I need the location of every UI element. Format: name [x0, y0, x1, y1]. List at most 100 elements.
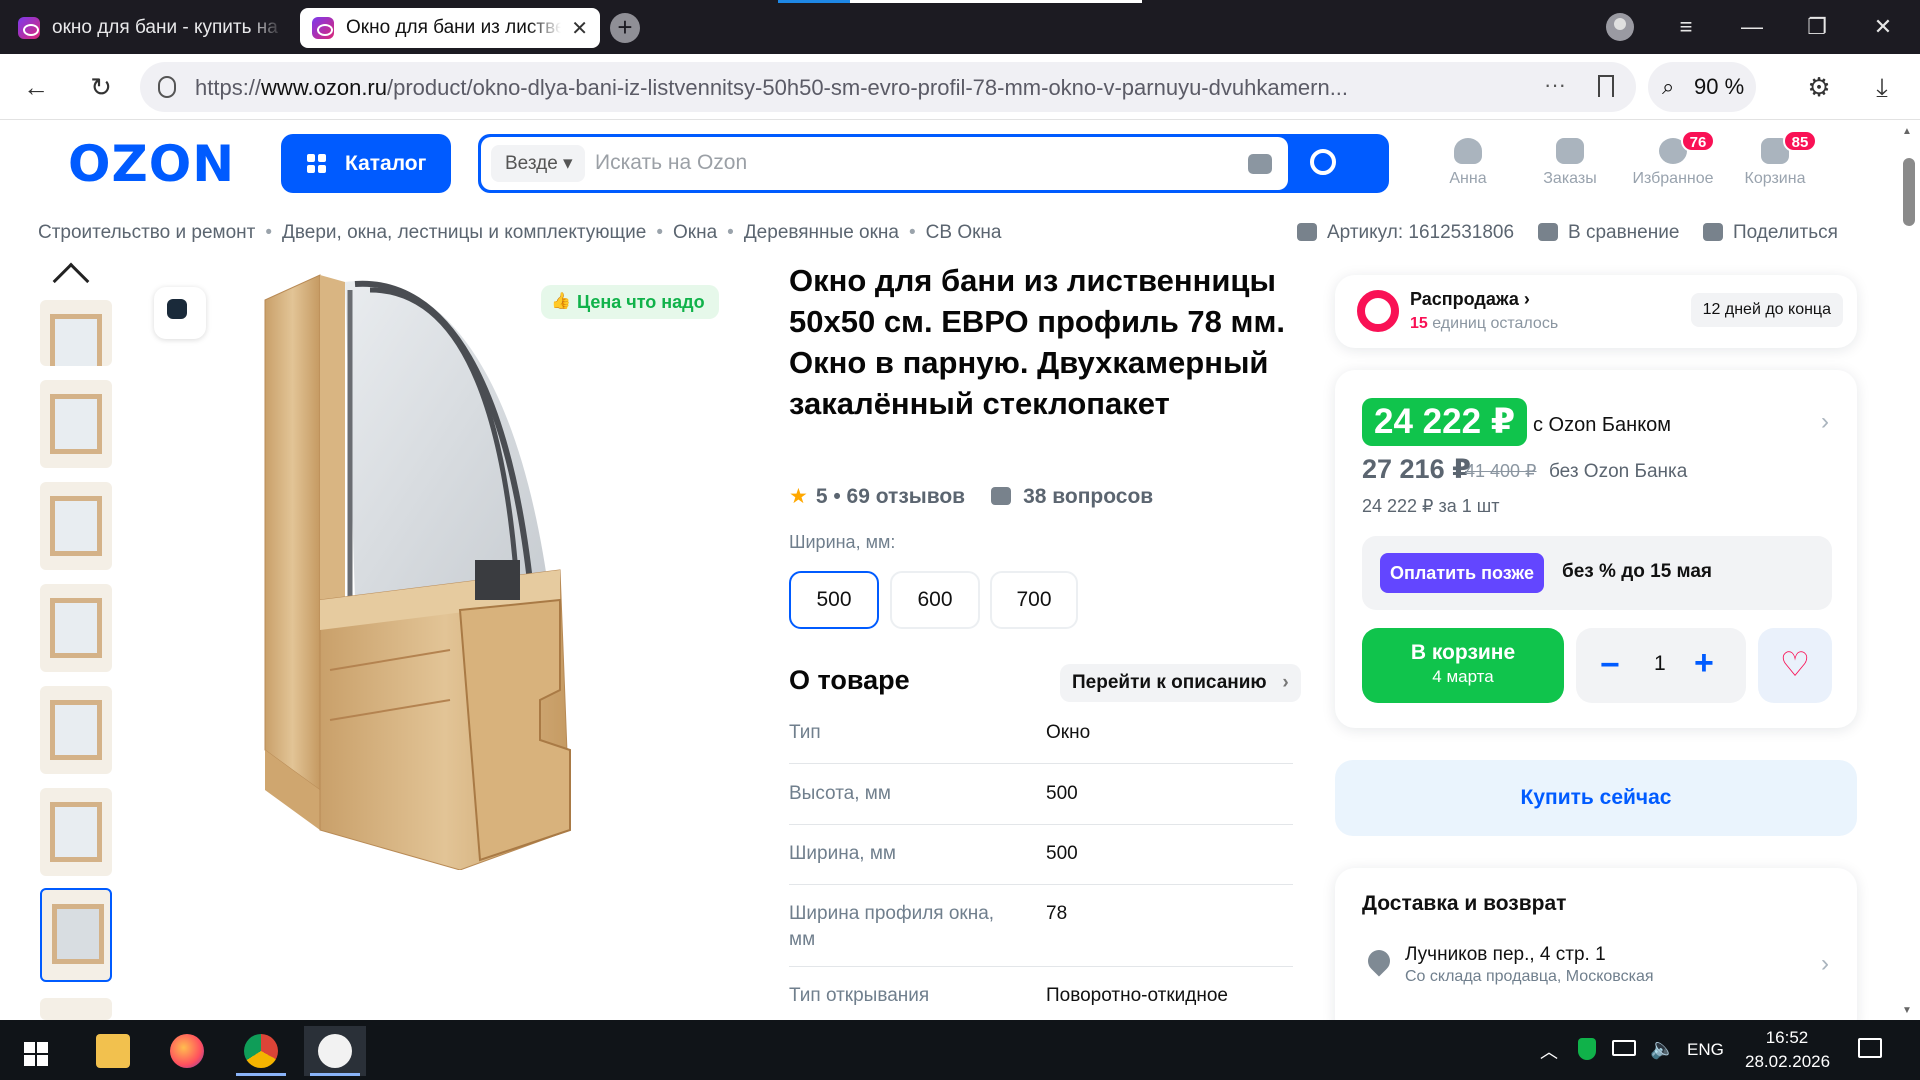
sku-copy[interactable]: Артикул: 1612531806 — [1297, 222, 1514, 244]
tab-ozon-product[interactable]: Окно для бани из лиственницы ✕ — [300, 8, 600, 48]
gallery-thumb[interactable] — [40, 788, 112, 876]
tab-title: Окно для бани из лиственницы — [346, 17, 562, 38]
reload-icon[interactable]: ↻ — [80, 66, 122, 108]
close-window-icon[interactable]: ✕ — [1866, 10, 1900, 44]
breadcrumb: Строительство и ремонт • Двери, окна, лест… — [38, 222, 1002, 243]
rating-value[interactable]: 5 — [816, 485, 828, 508]
header-favorites[interactable]: Избранное 76 — [1623, 130, 1723, 188]
address-bar[interactable]: https://www.ozon.ru/product/okno-dlya-ba… — [140, 62, 1636, 112]
chevron-right-icon[interactable]: › — [1821, 950, 1829, 978]
breadcrumb-item[interactable]: Окна — [673, 222, 717, 243]
more-icon[interactable]: ··· — [1544, 72, 1566, 98]
new-tab-button[interactable]: + — [610, 13, 640, 43]
share-icon — [1703, 223, 1723, 241]
search-placeholder: Искать на Ozon — [595, 151, 748, 174]
minus-icon[interactable]: − — [1600, 646, 1620, 685]
tab-ozon-search[interactable]: окно для бани - купить на — [6, 8, 296, 48]
menu-icon[interactable]: ≡ — [1669, 10, 1703, 44]
tab-close-icon[interactable]: ✕ — [571, 16, 588, 41]
bookmark-icon[interactable] — [1598, 75, 1614, 97]
compare-button[interactable]: В сравнение — [1538, 222, 1679, 244]
header-user[interactable]: Анна — [1418, 138, 1518, 188]
gallery-thumb[interactable] — [40, 686, 112, 774]
product-title: Окно для бани из лиственницы 50х50 см. Е… — [789, 263, 1285, 421]
no-bank-label: без Ozon Банка — [1549, 461, 1688, 482]
thumb-image — [50, 496, 102, 556]
property-value: 500 — [1046, 783, 1078, 804]
camera-icon[interactable] — [1248, 154, 1272, 174]
gallery-thumb[interactable] — [40, 584, 112, 672]
volume-icon[interactable]: 🔈 — [1650, 1036, 1675, 1061]
share-button[interactable]: Поделиться — [1703, 222, 1838, 244]
pay-later-button[interactable]: Оплатить позже — [1380, 553, 1544, 593]
delivery-card: Доставка и возврат Лучников пер., 4 стр.… — [1335, 868, 1857, 1038]
width-option-600[interactable]: 600 — [890, 571, 980, 629]
url-text[interactable]: https://www.ozon.ru/product/okno-dlya-ba… — [195, 75, 1348, 101]
ozon-logo[interactable]: OZON — [68, 135, 235, 193]
old-price: 41 400 ₽ — [1465, 461, 1537, 481]
tray-chevron-icon[interactable]: ︿ — [1540, 1038, 1558, 1064]
minimize-icon[interactable]: — — [1735, 10, 1769, 44]
property-value: 78 — [1046, 903, 1068, 924]
header-cart[interactable]: Корзина 85 — [1725, 130, 1825, 188]
cart-badge: 85 — [1783, 130, 1817, 152]
favorite-button[interactable]: ♡ — [1758, 628, 1832, 703]
windows-logo-icon — [24, 1042, 48, 1066]
sale-card[interactable]: Распродажа › 15 единиц осталось 12 дней … — [1335, 275, 1857, 348]
page-scrollbar[interactable]: ▲ ▼ — [1897, 122, 1920, 1020]
header-orders[interactable]: Заказы — [1520, 138, 1620, 188]
product-image[interactable] — [260, 270, 620, 870]
gallery-thumb[interactable] — [40, 998, 112, 1020]
plus-icon[interactable]: + — [1694, 644, 1714, 683]
network-icon[interactable] — [1612, 1040, 1636, 1056]
language-indicator[interactable]: ENG — [1687, 1040, 1724, 1060]
taskbar-yandex-browser[interactable] — [304, 1026, 366, 1076]
in-cart-button[interactable]: В корзине 4 марта — [1362, 628, 1564, 703]
property-value: 500 — [1046, 843, 1078, 864]
download-icon[interactable]: ⤓ — [1861, 66, 1903, 108]
catalog-button[interactable]: Каталог — [281, 134, 451, 193]
search-scope-select[interactable]: Везде ▾ — [491, 145, 585, 182]
ozon-favicon-icon — [312, 17, 334, 39]
breadcrumb-item[interactable]: Строительство и ремонт — [38, 222, 255, 243]
reviews-link[interactable]: 69 отзывов — [847, 485, 966, 508]
width-option-700[interactable]: 700 — [990, 571, 1078, 629]
breadcrumb-item[interactable]: Двери, окна, лестницы и комплектующие — [282, 222, 646, 243]
back-icon[interactable]: ← — [15, 66, 57, 108]
breadcrumb-item[interactable]: Деревянные окна — [744, 222, 899, 243]
gallery-thumb[interactable] — [40, 300, 112, 366]
chevron-up-icon[interactable] — [52, 262, 90, 300]
sale-title: Распродажа › — [1410, 289, 1530, 309]
to-description-button[interactable]: Перейти к описанию — [1060, 664, 1301, 702]
search-icon[interactable] — [1310, 149, 1336, 175]
scrollbar-thumb[interactable] — [1903, 158, 1915, 226]
buy-now-button[interactable]: Купить сейчас — [1335, 760, 1857, 836]
quantity-value: 1 — [1654, 652, 1666, 675]
extensions-icon[interactable]: ⚙ — [1798, 66, 1840, 108]
taskbar-explorer[interactable] — [82, 1026, 144, 1076]
delivery-address[interactable]: Лучников пер., 4 стр. 1 — [1405, 944, 1606, 966]
taskbar-firefox[interactable] — [156, 1026, 218, 1076]
chevron-right-icon[interactable]: › — [1821, 408, 1829, 436]
image-search-icon[interactable] — [154, 287, 206, 339]
questions-link[interactable]: 38 вопросов — [1023, 485, 1153, 508]
shield-icon[interactable] — [158, 76, 176, 98]
scroll-down-icon[interactable]: ▼ — [1902, 1005, 1912, 1016]
zoom-pill[interactable]: ⌕ 90 % — [1648, 62, 1756, 112]
thumb-image — [52, 904, 104, 964]
notifications-icon[interactable] — [1858, 1038, 1882, 1058]
clock[interactable]: 16:52 28.02.2026 — [1745, 1028, 1830, 1072]
profile-avatar-icon[interactable] — [1606, 13, 1634, 41]
breadcrumb-item[interactable]: СВ Окна — [926, 222, 1002, 243]
taskbar-chrome[interactable] — [230, 1026, 292, 1076]
width-option-500[interactable]: 500 — [789, 571, 879, 629]
gallery-thumb[interactable] — [40, 482, 112, 570]
gallery-thumb[interactable] — [40, 380, 112, 468]
scroll-up-icon[interactable]: ▲ — [1902, 126, 1912, 137]
restore-icon[interactable]: ❐ — [1800, 10, 1834, 44]
search-input[interactable]: Везде ▾ Искать на Ozon — [481, 137, 1288, 190]
gallery-thumb-active[interactable] — [40, 888, 112, 982]
security-shield-icon[interactable] — [1578, 1038, 1596, 1060]
pay-later-row[interactable]: Оплатить позже без % до 15 мая — [1362, 536, 1832, 610]
start-button[interactable] — [4, 1026, 66, 1076]
